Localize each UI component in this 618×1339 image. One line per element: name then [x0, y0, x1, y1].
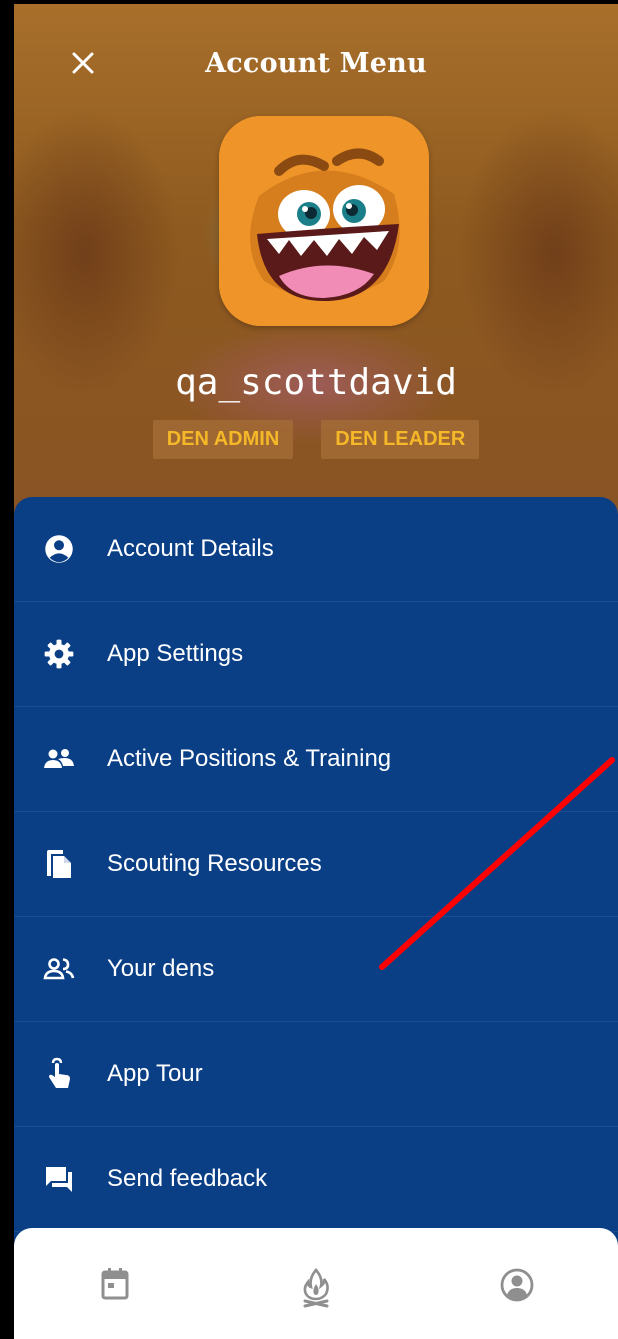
- menu-item-label: Your dens: [107, 955, 215, 982]
- app-frame: Account Menu qa_scottdavid DEN ADMIN DEN…: [14, 4, 618, 1339]
- nav-account-button[interactable]: [487, 1268, 547, 1318]
- menu-item-app-tour[interactable]: App Tour: [14, 1022, 618, 1127]
- gear-icon: [42, 637, 76, 671]
- menu-item-label: Scouting Resources: [107, 850, 322, 877]
- menu-item-send-feedback[interactable]: Send feedback: [14, 1127, 618, 1232]
- people-outline-icon: [42, 952, 76, 986]
- menu-item-account-details[interactable]: Account Details: [14, 497, 618, 602]
- menu-item-scouting-resources[interactable]: Scouting Resources: [14, 812, 618, 917]
- avatar-monster-icon: [219, 116, 429, 326]
- account-circle-icon: [42, 532, 76, 566]
- group-icon: [42, 742, 76, 776]
- calendar-icon: [101, 1268, 129, 1300]
- role-badge-den-leader: DEN LEADER: [321, 420, 480, 459]
- menu-item-label: Account Details: [107, 535, 274, 562]
- menu-item-label: Active Positions & Training: [107, 745, 392, 772]
- role-badge-den-admin: DEN ADMIN: [152, 420, 294, 459]
- role-badges: DEN ADMIN DEN LEADER: [14, 420, 618, 459]
- avatar[interactable]: [219, 116, 429, 326]
- menu-item-your-dens[interactable]: Your dens: [14, 917, 618, 1022]
- menu-item-app-settings[interactable]: App Settings: [14, 602, 618, 707]
- menu-item-active-positions-training[interactable]: Active Positions & Training: [14, 707, 618, 812]
- bottom-navigation: [14, 1228, 618, 1339]
- page-title: Account Menu: [205, 48, 427, 79]
- menu-item-label: Send feedback: [107, 1165, 268, 1192]
- nav-campfire-button[interactable]: [286, 1268, 346, 1318]
- account-header: Account Menu qa_scottdavid DEN ADMIN DEN…: [14, 4, 618, 514]
- menu-item-label: App Settings: [107, 640, 244, 667]
- documents-icon: [42, 847, 76, 881]
- nav-calendar-button[interactable]: [85, 1268, 145, 1318]
- campfire-icon: [303, 1268, 329, 1308]
- menu-item-label: App Tour: [107, 1060, 203, 1087]
- account-icon: [500, 1268, 534, 1302]
- feedback-chat-icon: [42, 1162, 76, 1196]
- username: qa_scottdavid: [175, 362, 457, 403]
- touch-hand-icon: [42, 1057, 76, 1091]
- account-menu: Account Details App Settings Active Posi…: [14, 497, 618, 1257]
